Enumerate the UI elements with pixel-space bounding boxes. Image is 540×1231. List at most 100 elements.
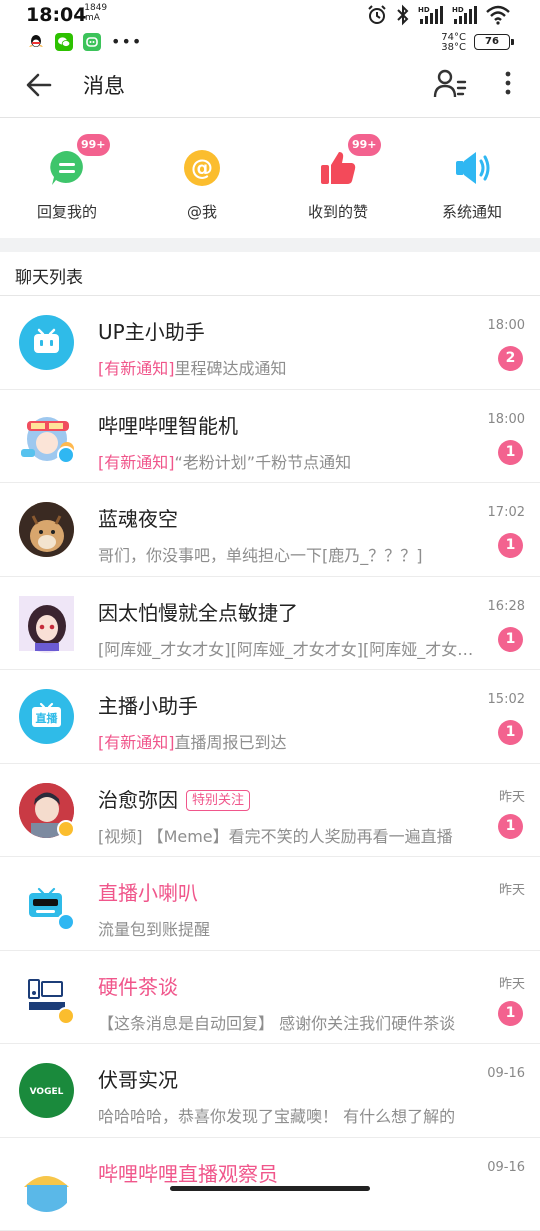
chat-preview: [阿库娅_才女才女][阿库娅_才女才女][阿库娅_才女才女] bbox=[98, 636, 478, 660]
avatar bbox=[19, 502, 74, 557]
verified-badge bbox=[57, 1007, 75, 1025]
page-title: 消息 bbox=[83, 70, 125, 100]
app-header: 消息 bbox=[0, 58, 540, 118]
system-notice-button[interactable]: 系统通知 bbox=[417, 148, 527, 222]
chat-row-live-speaker[interactable]: 直播小喇叭 流量包到账提醒 昨天 bbox=[0, 857, 540, 951]
bluetooth-icon bbox=[396, 4, 410, 26]
chat-time: 09-16 bbox=[487, 1160, 525, 1175]
chat-row-live-helper[interactable]: 直播 主播小助手 [有新通知]直播周报已到达 15:02 1 bbox=[0, 670, 540, 764]
green-app-icon bbox=[83, 33, 101, 51]
notification-icons: ••• bbox=[27, 33, 142, 51]
signal-hd-icon: HD bbox=[418, 5, 444, 25]
verified-badge bbox=[57, 820, 75, 838]
more-options-button[interactable] bbox=[498, 68, 518, 98]
unread-badge: 1 bbox=[498, 1001, 523, 1026]
qq-icon bbox=[27, 33, 45, 51]
chat-row-hardware[interactable]: 硬件茶谈 【这条消息是自动回复】 感谢你关注我们硬件茶谈 昨天 1 bbox=[0, 951, 540, 1045]
quick-label: @我 bbox=[147, 201, 257, 222]
vogel-label: VOGEL bbox=[30, 1087, 64, 1097]
dog-photo-avatar bbox=[19, 502, 74, 557]
system-icons: HD HD bbox=[366, 4, 510, 26]
avatar bbox=[19, 596, 74, 651]
chat-time: 18:00 bbox=[488, 318, 525, 333]
chat-preview: 流量包到账提醒 bbox=[98, 916, 478, 940]
avatar: VOGEL bbox=[19, 1063, 74, 1118]
chat-preview: [有新通知]里程碑达成通知 bbox=[98, 355, 478, 379]
chat-time: 15:02 bbox=[488, 692, 525, 707]
likes-button[interactable]: 99+ 收到的赞 bbox=[283, 148, 393, 222]
unread-badge: 1 bbox=[498, 533, 523, 558]
chat-list-header: 聊天列表 bbox=[0, 252, 540, 296]
chat-row-up-helper[interactable]: UP主小助手 [有新通知]里程碑达成通知 18:00 2 bbox=[0, 296, 540, 390]
chat-name: 哔哩哔哩直播观察员 bbox=[98, 1158, 278, 1187]
chat-time: 昨天 bbox=[499, 973, 525, 992]
vogel-studio-logo: VOGEL bbox=[19, 1063, 74, 1118]
chat-preview: [视频] 【Meme】看完不笑的人奖励再看一遍直播 bbox=[98, 823, 478, 847]
chat-preview: 【这条消息是自动回复】 感谢你关注我们硬件茶谈 bbox=[98, 1010, 478, 1034]
unread-badge: 1 bbox=[498, 440, 523, 465]
chat-name: 哔哩哔哩智能机 bbox=[98, 410, 238, 439]
count-badge: 99+ bbox=[348, 134, 381, 156]
avatar bbox=[19, 315, 74, 370]
contacts-list-icon bbox=[432, 66, 468, 102]
battery-icon: 76 bbox=[474, 34, 510, 50]
avatar bbox=[19, 1157, 74, 1212]
chat-name: UP主小助手 bbox=[98, 316, 205, 345]
chat-list: UP主小助手 [有新通知]里程碑达成通知 18:00 2 哔哩哔哩智能机 [有新… bbox=[0, 296, 540, 1231]
unread-badge: 1 bbox=[498, 720, 523, 745]
signal-hd-icon-2: HD bbox=[452, 5, 478, 25]
thumb-up-icon: 99+ bbox=[318, 148, 358, 188]
chat-row-lanhun[interactable]: 蓝魂夜空 哥们，你没事吧，单纯担心一下[鹿乃_？？？] 17:02 1 bbox=[0, 483, 540, 577]
verified-badge bbox=[57, 446, 75, 464]
chat-name: 硬件茶谈 bbox=[98, 971, 178, 1000]
chat-name: 因太怕慢就全点敏捷了 bbox=[98, 597, 298, 626]
chat-time: 09-16 bbox=[487, 1066, 525, 1081]
contacts-button[interactable] bbox=[432, 66, 468, 102]
section-title: 聊天列表 bbox=[15, 263, 83, 288]
speaker-icon bbox=[452, 148, 492, 188]
status-bar: 18:04 -1849 mA ••• HD HD 74°C 38°C 76 bbox=[0, 0, 540, 58]
reply-me-button[interactable]: 99+ 回复我的 bbox=[12, 148, 122, 222]
chat-preview: [有新通知]直播周报已到达 bbox=[98, 729, 478, 753]
live-label: 直播 bbox=[36, 711, 59, 725]
section-divider bbox=[0, 238, 540, 252]
quick-label: 收到的赞 bbox=[283, 201, 393, 222]
count-badge: 99+ bbox=[77, 134, 110, 156]
chat-preview: 哥们，你没事吧，单纯担心一下[鹿乃_？？？] bbox=[98, 542, 478, 566]
quick-label: 系统通知 bbox=[417, 201, 527, 222]
temperature-readout: 74°C 38°C bbox=[441, 33, 466, 53]
chat-row-zhiyu[interactable]: 治愈弥因特别关注 [视频] 【Meme】看完不笑的人奖励再看一遍直播 昨天 1 bbox=[0, 764, 540, 858]
verified-badge bbox=[57, 913, 75, 931]
chat-time: 18:00 bbox=[488, 412, 525, 427]
chat-time: 16:28 bbox=[488, 599, 525, 614]
chat-row-fuge[interactable]: VOGEL 伏哥实况 哈哈哈哈，恭喜你发现了宝藏噢！ 有什么想了解的 09-16 bbox=[0, 1044, 540, 1138]
chat-row-agile[interactable]: 因太怕慢就全点敏捷了 [阿库娅_才女才女][阿库娅_才女才女][阿库娅_才女才女… bbox=[0, 577, 540, 671]
chat-row-bili-smart[interactable]: 哔哩哔哩智能机 [有新通知]“老粉计划”千粉节点通知 18:00 1 bbox=[0, 390, 540, 484]
back-button[interactable] bbox=[24, 70, 54, 100]
wechat-icon bbox=[55, 33, 73, 51]
anime-girl-avatar bbox=[19, 596, 79, 656]
unread-badge: 2 bbox=[498, 346, 523, 371]
at-me-button[interactable]: @ @我 bbox=[147, 148, 257, 222]
svg-text:HD: HD bbox=[452, 6, 464, 14]
arrow-left-icon bbox=[24, 70, 54, 100]
quick-actions: 99+ 回复我的 @ @我 99+ 收到的赞 系统通知 bbox=[0, 120, 540, 238]
quick-label: 回复我的 bbox=[12, 201, 122, 222]
chat-time: 昨天 bbox=[499, 879, 525, 898]
chat-time: 昨天 bbox=[499, 786, 525, 805]
special-follow-tag: 特别关注 bbox=[186, 790, 250, 811]
vertical-dots-icon bbox=[498, 68, 518, 98]
home-indicator[interactable] bbox=[170, 1186, 370, 1191]
svg-text:@: @ bbox=[191, 156, 213, 181]
chat-name: 治愈弥因特别关注 bbox=[98, 784, 250, 813]
wifi-icon bbox=[486, 5, 510, 25]
avatar: 直播 bbox=[19, 689, 74, 744]
chat-row-live-observer[interactable]: 哔哩哔哩直播观察员 09-16 bbox=[0, 1138, 540, 1231]
chat-preview: [有新通知]“老粉计划”千粉节点通知 bbox=[98, 449, 478, 473]
chat-name: 伏哥实况 bbox=[98, 1064, 178, 1093]
chat-name: 直播小喇叭 bbox=[98, 877, 198, 906]
at-icon: @ bbox=[182, 148, 222, 188]
unread-badge: 1 bbox=[498, 814, 523, 839]
reply-icon: 99+ bbox=[47, 148, 87, 188]
unread-badge: 1 bbox=[498, 627, 523, 652]
